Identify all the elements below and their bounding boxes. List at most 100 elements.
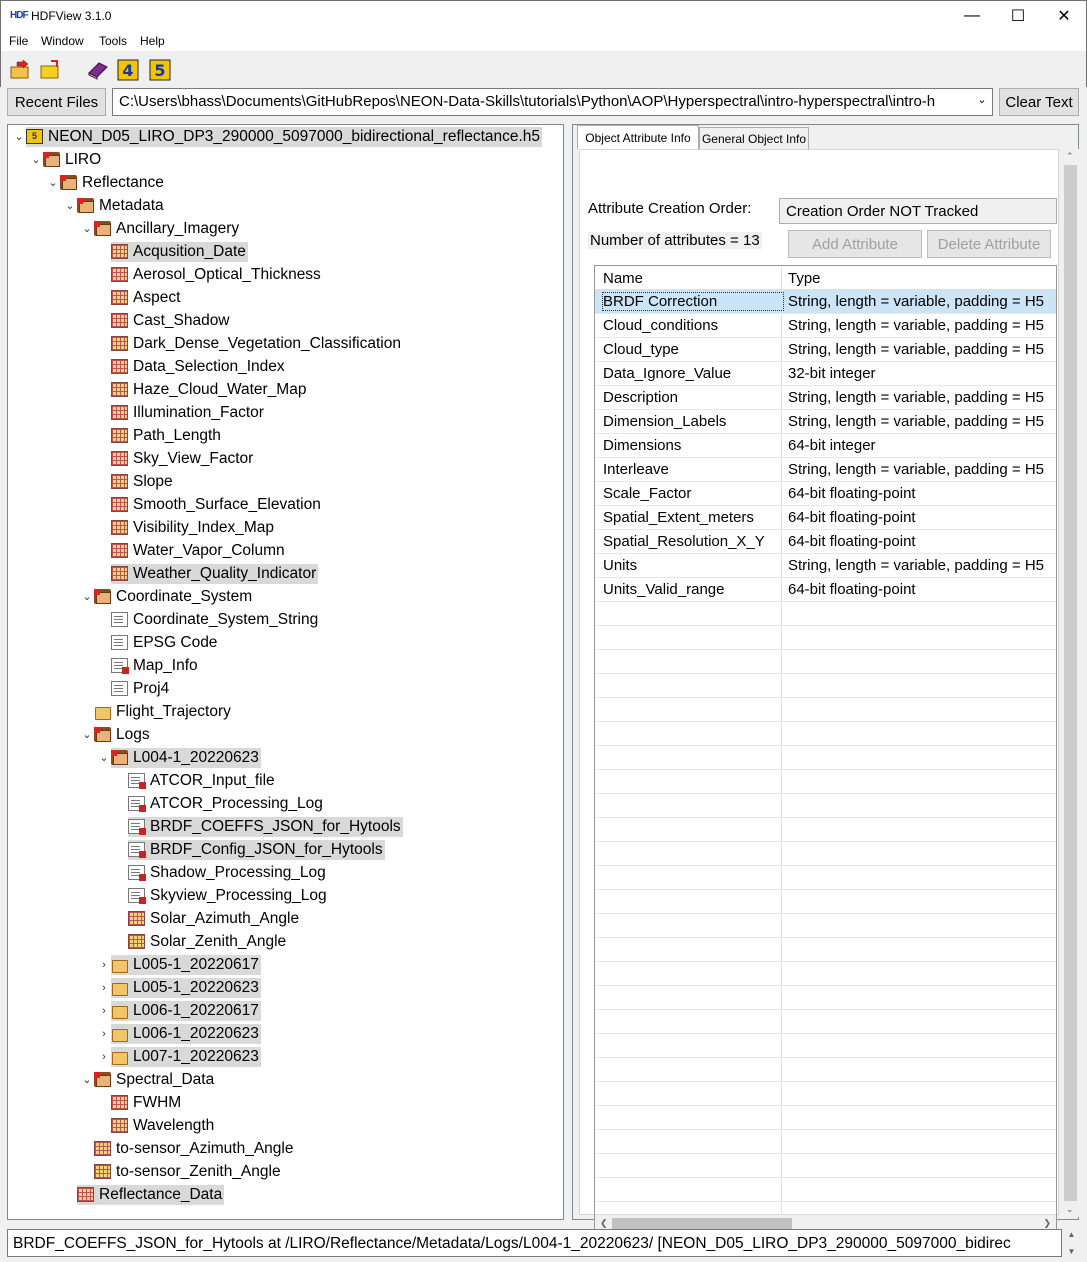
- scroll-down-icon[interactable]: ▼: [1063, 1247, 1080, 1256]
- tree-node[interactable]: Skyview_Processing_Log: [114, 884, 329, 907]
- chevron-down-icon[interactable]: ⌄: [80, 1073, 94, 1086]
- tree-node[interactable]: Wavelength: [97, 1114, 216, 1137]
- table-row[interactable]: [595, 914, 1056, 938]
- attribute-name-cell[interactable]: Data_Ignore_Value: [603, 365, 783, 382]
- table-row[interactable]: [595, 1010, 1056, 1034]
- column-header-type[interactable]: Type: [788, 270, 821, 287]
- table-row[interactable]: Description String, length = variable, pa…: [595, 386, 1056, 410]
- minimize-button[interactable]: —: [949, 1, 995, 31]
- table-row[interactable]: [595, 1106, 1056, 1130]
- tree-node[interactable]: Solar_Azimuth_Angle: [114, 907, 301, 930]
- tree-node-content[interactable]: Solar_Azimuth_Angle: [128, 909, 301, 929]
- attribute-name-cell[interactable]: Scale_Factor: [603, 485, 783, 502]
- chevron-down-icon[interactable]: ⌄: [63, 199, 77, 212]
- table-row[interactable]: Dimension_Labels String, length = variabl…: [595, 410, 1056, 434]
- tree-node[interactable]: ⌄ Logs: [80, 723, 152, 746]
- tree-node[interactable]: Shadow_Processing_Log: [114, 861, 328, 884]
- tree-node-content[interactable]: L005-1_20220623: [111, 977, 261, 998]
- table-row[interactable]: Cloud_conditions String, length = variabl…: [595, 314, 1056, 338]
- tree-node[interactable]: › L005-1_20220617: [97, 953, 261, 976]
- tree-node[interactable]: Haze_Cloud_Water_Map: [97, 378, 308, 401]
- attribute-name-cell[interactable]: Cloud_conditions: [603, 317, 783, 334]
- tree-node-content[interactable]: LIRO: [43, 150, 103, 170]
- chevron-right-icon[interactable]: ›: [97, 1005, 111, 1017]
- tree-node-content[interactable]: L006-1_20220623: [111, 1023, 261, 1044]
- tree-node[interactable]: Water_Vapor_Column: [97, 539, 287, 562]
- tree-node[interactable]: › L006-1_20220623: [97, 1022, 261, 1045]
- table-row[interactable]: Dimensions 64-bit integer: [595, 434, 1056, 458]
- tree-node-content[interactable]: Shadow_Processing_Log: [128, 863, 328, 883]
- tree-node-content[interactable]: ATCOR_Processing_Log: [128, 794, 325, 814]
- tree-node[interactable]: Flight_Trajectory: [80, 700, 233, 723]
- chevron-down-icon[interactable]: ⌄: [80, 590, 94, 603]
- tree-node[interactable]: to-sensor_Zenith_Angle: [80, 1160, 283, 1183]
- tree-node[interactable]: BRDF_COEFFS_JSON_for_Hytools: [114, 815, 403, 838]
- tree-node-content[interactable]: Reflectance_Data: [77, 1184, 225, 1205]
- attribute-name-cell[interactable]: Units: [603, 557, 783, 574]
- tree-node[interactable]: Coordinate_System_String: [97, 608, 320, 631]
- chevron-right-icon[interactable]: ›: [97, 1028, 111, 1040]
- attribute-type-cell[interactable]: 64-bit floating-point: [788, 485, 1056, 502]
- attribute-type-cell[interactable]: 64-bit floating-point: [788, 509, 1056, 526]
- tree-node-content[interactable]: L004-1_20220623: [111, 747, 261, 768]
- tree-node-content[interactable]: to-sensor_Zenith_Angle: [94, 1162, 283, 1182]
- tree-node-content[interactable]: Water_Vapor_Column: [111, 541, 287, 561]
- tree-node[interactable]: ⌄ 5 NEON_D05_LIRO_DP3_290000_5097000_bidir…: [12, 125, 543, 148]
- tree-node[interactable]: Illumination_Factor: [97, 401, 266, 424]
- tree-node[interactable]: BRDF_Config_JSON_for_Hytools: [114, 838, 385, 861]
- tree-node-content[interactable]: Logs: [94, 725, 152, 745]
- table-row[interactable]: [595, 626, 1056, 650]
- attribute-name-cell[interactable]: Spatial_Resolution_X_Y: [603, 533, 783, 550]
- tree-node-content[interactable]: Smooth_Surface_Elevation: [111, 495, 323, 515]
- tree-node[interactable]: Dark_Dense_Vegetation_Classification: [97, 332, 403, 355]
- tree-node[interactable]: ⌄ Ancillary_Imagery: [80, 217, 241, 240]
- recent-files-button[interactable]: Recent Files: [7, 88, 106, 116]
- menu-file[interactable]: File: [9, 34, 28, 48]
- tree-node[interactable]: › L007-1_20220623: [97, 1045, 261, 1068]
- table-row[interactable]: Cloud_type String, length = variable, pad…: [595, 338, 1056, 362]
- tree-node-content[interactable]: Slope: [111, 472, 175, 492]
- table-row[interactable]: [595, 602, 1056, 626]
- chevron-down-icon[interactable]: ⌄: [29, 153, 43, 166]
- tree-node-content[interactable]: Spectral_Data: [94, 1070, 216, 1090]
- table-row[interactable]: [595, 938, 1056, 962]
- tree-node[interactable]: Acqusition_Date: [97, 240, 248, 263]
- attribute-name-cell[interactable]: Interleave: [603, 461, 783, 478]
- tree-node-content[interactable]: Data_Selection_Index: [111, 357, 287, 377]
- tree-node-content[interactable]: Dark_Dense_Vegetation_Classification: [111, 334, 403, 354]
- vertical-scrollbar[interactable]: ⌃ ⌄: [1062, 149, 1079, 1217]
- tree-node-content[interactable]: Acqusition_Date: [111, 241, 248, 262]
- tree-node-content[interactable]: 5 NEON_D05_LIRO_DP3_290000_5097000_bidire…: [26, 126, 543, 147]
- tree-node[interactable]: Sky_View_Factor: [97, 447, 255, 470]
- table-row[interactable]: [595, 818, 1056, 842]
- tree-node[interactable]: ATCOR_Processing_Log: [114, 792, 325, 815]
- hdf4-library-icon[interactable]: 4: [117, 59, 139, 81]
- attribute-type-cell[interactable]: String, length = variable, padding = H5: [788, 341, 1056, 358]
- tree-node-content[interactable]: Reflectance: [60, 173, 166, 193]
- attribute-name-cell[interactable]: Cloud_type: [603, 341, 783, 358]
- tree-node[interactable]: ⌄ L004-1_20220623: [97, 746, 261, 769]
- attribute-name-cell[interactable]: Description: [603, 389, 783, 406]
- chevron-right-icon[interactable]: ›: [97, 959, 111, 971]
- table-row[interactable]: [595, 746, 1056, 770]
- tree-node-content[interactable]: Solar_Zenith_Angle: [128, 932, 288, 952]
- tree-node-content[interactable]: Coordinate_System: [94, 587, 254, 607]
- maximize-button[interactable]: ☐: [995, 1, 1041, 31]
- tree-node-content[interactable]: Illumination_Factor: [111, 403, 266, 423]
- tree-node-content[interactable]: Haze_Cloud_Water_Map: [111, 380, 308, 400]
- attribute-type-cell[interactable]: 32-bit integer: [788, 365, 1056, 382]
- tree-node[interactable]: Reflectance_Data: [63, 1183, 225, 1206]
- tree-node-content[interactable]: EPSG Code: [111, 633, 219, 653]
- menu-help[interactable]: Help: [140, 34, 165, 48]
- attribute-name-cell[interactable]: Dimension_Labels: [603, 413, 783, 430]
- hdf5-library-icon[interactable]: 5: [149, 59, 171, 81]
- tree-node-content[interactable]: Path_Length: [111, 426, 223, 446]
- table-row[interactable]: [595, 890, 1056, 914]
- tree-node[interactable]: ⌄ Metadata: [63, 194, 166, 217]
- attribute-type-cell[interactable]: String, length = variable, padding = H5: [788, 461, 1056, 478]
- table-row[interactable]: [595, 986, 1056, 1010]
- tree-node[interactable]: › L006-1_20220617: [97, 999, 261, 1022]
- table-row[interactable]: [595, 1082, 1056, 1106]
- tree-node[interactable]: Map_Info: [97, 654, 200, 677]
- file-path-combobox[interactable]: C:\Users\bhass\Documents\GitHubRepos\NEO…: [112, 88, 993, 116]
